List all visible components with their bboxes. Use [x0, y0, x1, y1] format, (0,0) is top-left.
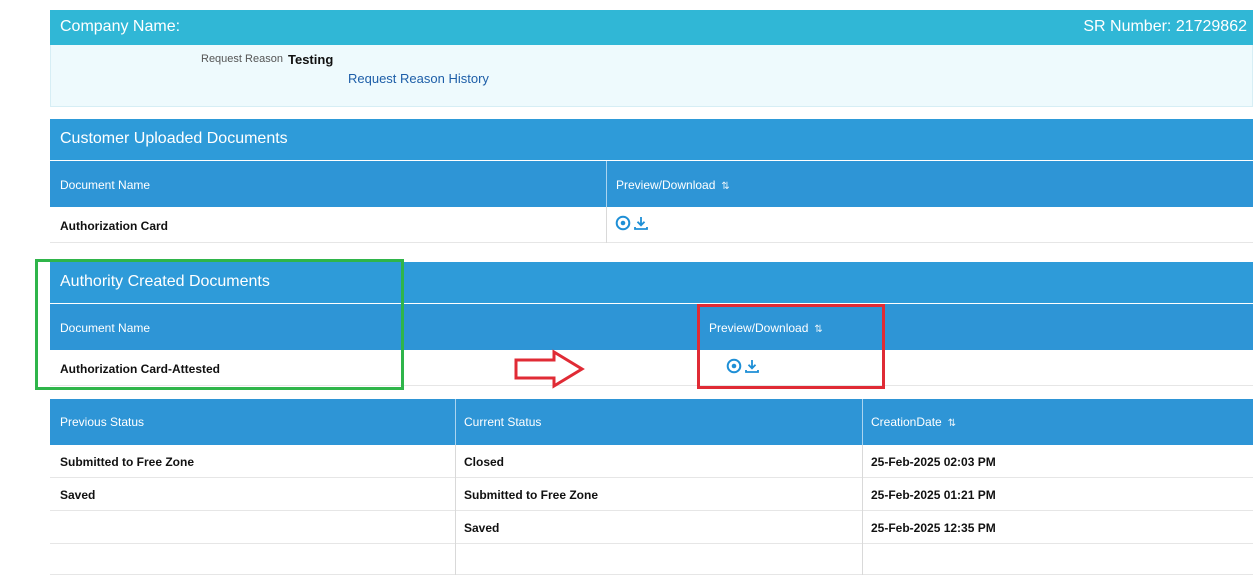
- preview-download-actions[interactable]: [615, 215, 649, 231]
- column-document-name: Document Name: [60, 178, 151, 192]
- eye-icon[interactable]: [615, 215, 631, 231]
- sort-icon[interactable]: ⇅: [948, 418, 956, 429]
- sr-number: SR Number: 21729862: [1083, 18, 1247, 35]
- customer-docs-title: Customer Uploaded Documents: [60, 130, 288, 147]
- creation-date: 25-Feb-2025 01:21 PM: [871, 488, 996, 502]
- column-previous-status: Previous Status: [60, 415, 145, 429]
- request-reason-history-link[interactable]: Request Reason History: [348, 71, 489, 86]
- download-icon[interactable]: [633, 215, 649, 231]
- current-status: Submitted to Free Zone: [464, 488, 599, 502]
- table-row: Saved Submitted to Free Zone 25-Feb-2025…: [50, 478, 1253, 511]
- company-header: Company Name: SR Number: 21729862: [50, 10, 1253, 45]
- company-name-label: Company Name:: [60, 18, 181, 35]
- request-reason-label: Request Reason: [201, 53, 283, 65]
- previous-status: Saved: [60, 488, 96, 502]
- table-row-empty: [50, 544, 1253, 575]
- column-current-status: Current Status: [464, 415, 542, 429]
- creation-date: 25-Feb-2025 12:35 PM: [871, 521, 996, 535]
- highlight-box-green: [35, 259, 404, 390]
- creation-date: 25-Feb-2025 02:03 PM: [871, 455, 996, 469]
- request-reason-value: Testing: [288, 52, 334, 67]
- customer-docs-header-row: Document Name Preview/Download ⇅: [50, 161, 1253, 207]
- current-status: Closed: [464, 455, 505, 469]
- document-name: Authorization Card: [60, 219, 168, 233]
- table-row: Authorization Card: [50, 207, 1253, 243]
- status-header-row: Previous Status Current Status CreationD…: [50, 399, 1253, 445]
- customer-docs-section: Customer Uploaded Documents: [50, 119, 1253, 160]
- request-reason-panel: Request Reason Testing Request Reason Hi…: [50, 45, 1253, 107]
- right-arrow-annotation: [514, 349, 585, 389]
- column-creation-date[interactable]: CreationDate ⇅: [871, 415, 956, 429]
- highlight-box-red: [697, 304, 885, 389]
- sort-icon[interactable]: ⇅: [721, 181, 729, 192]
- current-status: Saved: [464, 521, 500, 535]
- column-preview-download[interactable]: Preview/Download ⇅: [616, 178, 730, 192]
- table-row: Submitted to Free Zone Closed 25-Feb-202…: [50, 445, 1253, 478]
- table-row: Saved 25-Feb-2025 12:35 PM: [50, 511, 1253, 544]
- previous-status: Submitted to Free Zone: [60, 455, 195, 469]
